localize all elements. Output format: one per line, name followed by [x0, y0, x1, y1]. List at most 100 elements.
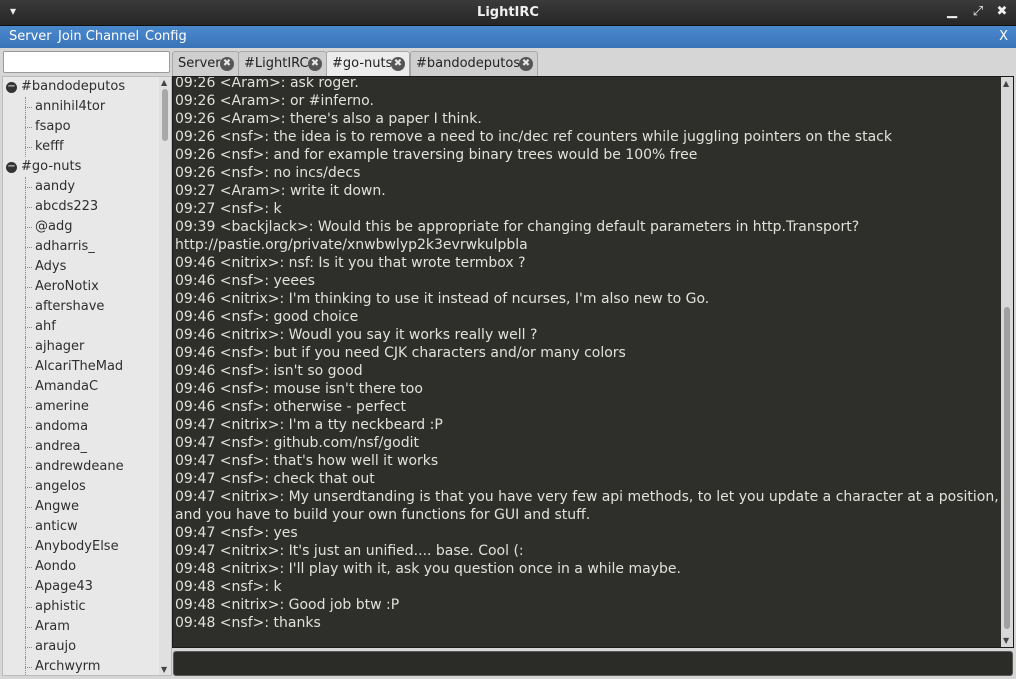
- tree-user[interactable]: aphistic: [3, 597, 159, 617]
- tab-go-nuts[interactable]: #go-nuts ✖: [326, 51, 410, 78]
- chat-message: 09:46 <nsf>: but if you need CJK charact…: [175, 345, 626, 361]
- tab-server[interactable]: Server ✖: [172, 51, 239, 76]
- chat-message: 09:48 <nitrix>: Good job btw :P: [175, 597, 400, 613]
- tab-label: #LightIRC: [244, 56, 309, 71]
- chat-message: 09:48 <nsf>: k: [175, 579, 282, 595]
- nick-label: AlcariTheMad: [35, 359, 124, 374]
- nick-label: Archwyrm: [35, 659, 101, 674]
- menu-bar: Server Join Channel Config X: [0, 26, 1016, 48]
- tab-close-icon[interactable]: ✖: [519, 57, 533, 71]
- nick-label: Adys: [35, 259, 67, 274]
- channel-label: #go-nuts: [21, 159, 82, 174]
- tab-close-icon[interactable]: ✖: [391, 57, 405, 71]
- nick-label: ahf: [35, 319, 56, 334]
- chat-message: 09:47 <nsf>: that's how well it works: [175, 453, 439, 469]
- tab-bandodeputos[interactable]: #bandodeputos ✖: [410, 51, 538, 76]
- channel-label: #bandodeputos: [21, 79, 126, 94]
- chat-message: 09:46 <nitrix>: I'm thinking to use it i…: [175, 291, 710, 307]
- tree-user[interactable]: Aondo: [3, 557, 159, 577]
- chat-message: 09:48 <nitrix>: I'll play with it, ask y…: [175, 561, 681, 577]
- chat-message: 09:46 <nsf>: yeees: [175, 273, 315, 289]
- nick-label: Angwe: [35, 499, 80, 514]
- nick-label: aphistic: [35, 599, 86, 614]
- tree-channel[interactable]: − #bandodeputos: [3, 77, 159, 97]
- tree-user[interactable]: fsapo: [3, 117, 159, 137]
- tree-user[interactable]: abcds223: [3, 197, 159, 217]
- nick-label: andoma: [35, 419, 89, 434]
- main-frame: − #bandodeputos annihil4tor fsapo kefff − #go-…: [0, 48, 1016, 679]
- nick-label: amerine: [35, 399, 89, 414]
- tree-user[interactable]: angelos: [3, 477, 159, 497]
- tree-user[interactable]: Angwe: [3, 497, 159, 517]
- channel-filter-input[interactable]: [3, 51, 170, 73]
- chat-message: 09:26 <Aram>: ask roger.: [175, 76, 359, 91]
- scroll-down-icon[interactable]: ▼: [1003, 636, 1009, 645]
- scroll-down-icon[interactable]: ▼: [161, 665, 167, 674]
- close-channel-button[interactable]: X: [999, 29, 1008, 44]
- tree-channel[interactable]: − #go-nuts: [3, 157, 159, 177]
- minimize-icon[interactable]: ▁: [944, 4, 960, 19]
- nick-label: @adg: [35, 219, 73, 234]
- tab-label: #bandodeputos: [416, 56, 521, 71]
- tree-user[interactable]: AlcariTheMad: [3, 357, 159, 377]
- chat-area: 09:26 <Aram>: ask roger. 09:26 <Aram>: or…: [172, 76, 1014, 648]
- tree-scroll-thumb[interactable]: [162, 89, 168, 141]
- tree-user[interactable]: andrewdeane: [3, 457, 159, 477]
- tree-user[interactable]: adharris_: [3, 237, 159, 257]
- tree-user[interactable]: @adg: [3, 217, 159, 237]
- nick-label: kefff: [35, 139, 64, 154]
- scroll-up-icon[interactable]: ▲: [161, 78, 167, 87]
- scroll-up-icon[interactable]: ▲: [1003, 79, 1009, 88]
- nick-label: andrea_: [35, 439, 87, 454]
- tree-user[interactable]: AeroNotix: [3, 277, 159, 297]
- tree-list: − #bandodeputos annihil4tor fsapo kefff − #go-…: [3, 77, 159, 675]
- chat-message: 09:26 <Aram>: there's also a paper I thi…: [175, 111, 482, 127]
- tree-user[interactable]: AmandaC: [3, 377, 159, 397]
- collapse-icon[interactable]: −: [6, 162, 17, 173]
- chat-scrollbar[interactable]: ▲ ▼: [1001, 77, 1013, 647]
- nick-label: AeroNotix: [35, 279, 99, 294]
- tree-user[interactable]: aandy: [3, 177, 159, 197]
- menu-config[interactable]: Config: [145, 29, 187, 44]
- chat-message: 09:26 <nsf>: no incs/decs: [175, 165, 361, 181]
- tree-user[interactable]: araujo: [3, 637, 159, 657]
- nick-label: AnybodyElse: [35, 539, 119, 554]
- tree-user[interactable]: aftershave: [3, 297, 159, 317]
- tree-user[interactable]: amerine: [3, 397, 159, 417]
- chat-message: 09:47 <nitrix>: I'm a tty neckbeard :P: [175, 417, 443, 433]
- tree-user[interactable]: ahf: [3, 317, 159, 337]
- menu-server[interactable]: Server: [9, 29, 52, 44]
- tab-close-icon[interactable]: ✖: [308, 57, 322, 71]
- chat-message: 09:46 <nsf>: mouse isn't there too: [175, 381, 423, 397]
- chat-message: 09:26 <Aram>: or #inferno.: [175, 93, 374, 109]
- tree-user[interactable]: kefff: [3, 137, 159, 157]
- tree-user[interactable]: Apage43: [3, 577, 159, 597]
- tab-close-icon[interactable]: ✖: [220, 57, 234, 71]
- chat-message: 09:46 <nsf>: good choice: [175, 309, 359, 325]
- nick-label: anticw: [35, 519, 78, 534]
- tree-user[interactable]: AnybodyElse: [3, 537, 159, 557]
- tab-lightirc[interactable]: #LightIRC ✖: [238, 51, 327, 76]
- nick-label: fsapo: [35, 119, 71, 134]
- tree-scrollbar[interactable]: ▲ ▼: [159, 77, 171, 675]
- close-icon[interactable]: ✖: [994, 4, 1010, 19]
- menu-join-channel[interactable]: Join Channel: [58, 29, 139, 44]
- tree-user[interactable]: anticw: [3, 517, 159, 537]
- chat-message: 09:48 <nsf>: thanks: [175, 615, 321, 631]
- chat-message: 09:47 <nsf>: check that out: [175, 471, 375, 487]
- tree-user[interactable]: Aram: [3, 617, 159, 637]
- tree-user[interactable]: ajhager: [3, 337, 159, 357]
- chat-message: 09:26 <nsf>: and for example traversing …: [175, 147, 698, 163]
- nick-label: adharris_: [35, 239, 95, 254]
- nick-label: annihil4tor: [35, 99, 106, 114]
- message-input[interactable]: [173, 651, 1013, 676]
- maximize-icon[interactable]: ⤢: [970, 4, 986, 19]
- collapse-icon[interactable]: −: [6, 82, 17, 93]
- tree-user[interactable]: Archwyrm: [3, 657, 159, 675]
- chat-message: 09:47 <nitrix>: My unserdtanding is that…: [175, 489, 999, 523]
- tree-user[interactable]: andrea_: [3, 437, 159, 457]
- tree-user[interactable]: annihil4tor: [3, 97, 159, 117]
- tree-user[interactable]: andoma: [3, 417, 159, 437]
- tree-user[interactable]: Adys: [3, 257, 159, 277]
- chat-scroll-thumb[interactable]: [1004, 307, 1010, 629]
